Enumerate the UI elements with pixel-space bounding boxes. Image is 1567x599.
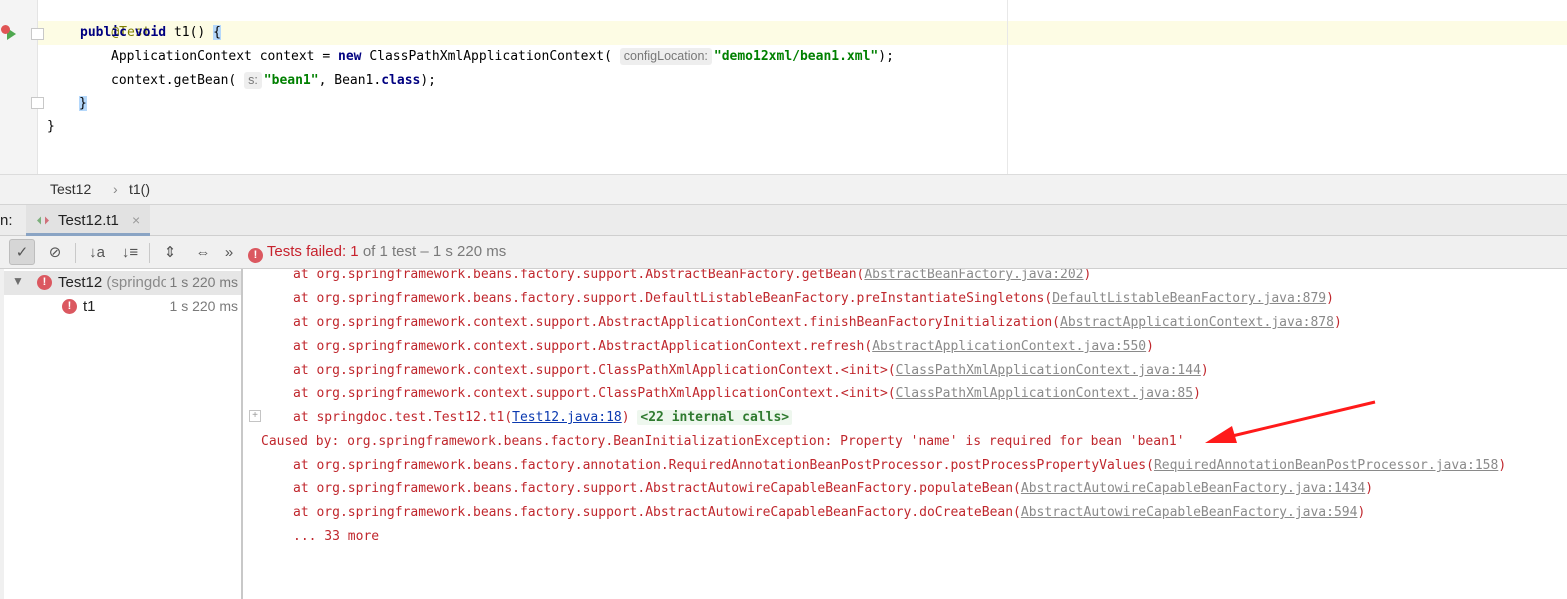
show-ignored-button[interactable]: ⊘ [42,239,68,265]
matching-brace: { [213,25,221,40]
expand-all-button[interactable]: ⇕ [157,239,183,265]
stack-frame-line: at org.springframework.beans.factory.sup… [293,269,1092,282]
sort-alphabetically-button[interactable]: ↓a [84,239,110,265]
code-line-close-class: } [47,119,55,134]
breadcrumb-method[interactable]: t1() [129,181,150,197]
stack-frame-line: at org.springframework.beans.factory.sup… [293,291,1334,306]
collapse-all-button[interactable]: ⇔ [190,239,216,265]
more-actions-button[interactable]: » [219,239,239,265]
code-line-context: ApplicationContext context = new ClassPa… [111,48,894,65]
code-editor[interactable]: @Test public void t1() { ApplicationCont… [0,0,1567,174]
breadcrumb-separator: › [113,181,118,197]
tree-item-t1[interactable]: ! t1 1 s 220 ms [4,295,241,319]
code-line-getbean: context.getBean( s: "bean1", Bean1.class)… [111,72,437,89]
right-margin-guide [1007,0,1008,174]
parameter-hint: configLocation: [619,48,712,65]
test-status-summary: ! Tests failed: 1 of 1 test – 1 s 220 ms [248,243,506,263]
error-icon: ! [248,248,263,263]
error-icon: ! [62,299,77,314]
source-link[interactable]: AbstractApplicationContext.java:878 [1060,315,1334,330]
chevron-down-icon[interactable]: ▼ [12,274,24,288]
tree-item-duration: 1 s 220 ms [165,274,238,290]
stack-frame-line: at org.springframework.context.support.C… [293,363,1209,378]
test-results-tree[interactable]: ▼ ! Test12 (springdoc.test) 1 s 220 ms !… [0,269,243,599]
internal-calls-fold[interactable]: <22 internal calls> [637,410,793,425]
toolbar-divider [75,243,76,263]
stack-frame-line: at org.springframework.context.support.C… [293,386,1201,401]
source-link[interactable]: AbstractAutowireCapableBeanFactory.java:… [1021,505,1358,520]
stack-frame-line: at org.springframework.beans.factory.sup… [293,505,1366,520]
tree-item-test12[interactable]: ▼ ! Test12 (springdoc.test) 1 s 220 ms [4,271,241,295]
stack-frame-line: at org.springframework.beans.factory.sup… [293,481,1374,496]
current-line-highlight [38,21,1567,45]
error-icon: ! [37,275,52,290]
source-link[interactable]: ClassPathXmlApplicationContext.java:85 [896,386,1193,401]
run-window-label: n: [0,212,13,229]
status-summary-text: of 1 test – 1 s 220 ms [362,243,507,260]
run-config-icon [37,216,49,225]
fold-method-icon[interactable] [31,28,44,40]
source-link[interactable]: AbstractBeanFactory.java:202 [864,269,1083,282]
caused-by-line: Caused by: org.springframework.beans.fac… [261,434,1185,449]
tab-label: Test12.t1 [58,212,119,229]
stack-frame-line: at org.springframework.context.support.A… [293,315,1342,330]
show-passed-button[interactable]: ✓ [9,239,35,265]
source-link[interactable]: ClassPathXmlApplicationContext.java:144 [896,363,1201,378]
test-runner-toolbar: ✓ ⊘ ↓a ↓≡ ⇕ ⇔ » ! Tests failed: 1 of 1 t… [0,236,1567,269]
stack-frame-line: at org.springframework.context.support.A… [293,339,1154,354]
console-output[interactable]: at org.springframework.beans.factory.sup… [245,269,1567,599]
more-frames-line: ... 33 more [293,529,380,544]
source-link[interactable]: AbstractAutowireCapableBeanFactory.java:… [1021,481,1365,496]
toolbar-divider [149,243,150,263]
fold-end-icon[interactable] [31,97,44,109]
stack-frame-line: at org.springframework.beans.factory.ann… [293,458,1507,473]
run-tool-window-tabs: n: Test12.t1 × [0,204,1567,236]
code-line-method-signature: public void t1() { [80,25,221,40]
code-line-close-method: } [79,96,87,111]
source-link[interactable]: DefaultListableBeanFactory.java:879 [1052,291,1326,306]
sort-by-duration-button[interactable]: ↓≡ [117,239,143,265]
breadcrumb-class[interactable]: Test12 [50,181,91,197]
parameter-hint: s: [244,72,262,89]
source-link[interactable]: AbstractApplicationContext.java:550 [872,339,1146,354]
source-link[interactable]: Test12.java:18 [512,410,622,425]
user-stack-frame-line: at springdoc.test.Test12.t1(Test12.java:… [293,406,793,430]
tree-item-label: t1 [83,298,96,315]
status-failed-count: 1 [350,243,359,260]
code-line-annotation: @Test [111,25,151,40]
close-icon[interactable]: × [132,212,140,228]
expand-frames-icon[interactable]: + [249,410,261,422]
tree-item-label: Test12 [58,274,103,291]
tab-test12-t1[interactable]: Test12.t1 × [26,205,150,236]
tree-item-duration: 1 s 220 ms [165,298,238,314]
source-link[interactable]: RequiredAnnotationBeanPostProcessor.java… [1154,458,1498,473]
status-failed-label: Tests failed: [266,243,347,260]
breadcrumb: Test12 › t1() [0,174,1567,204]
run-test-icon[interactable] [1,25,19,41]
